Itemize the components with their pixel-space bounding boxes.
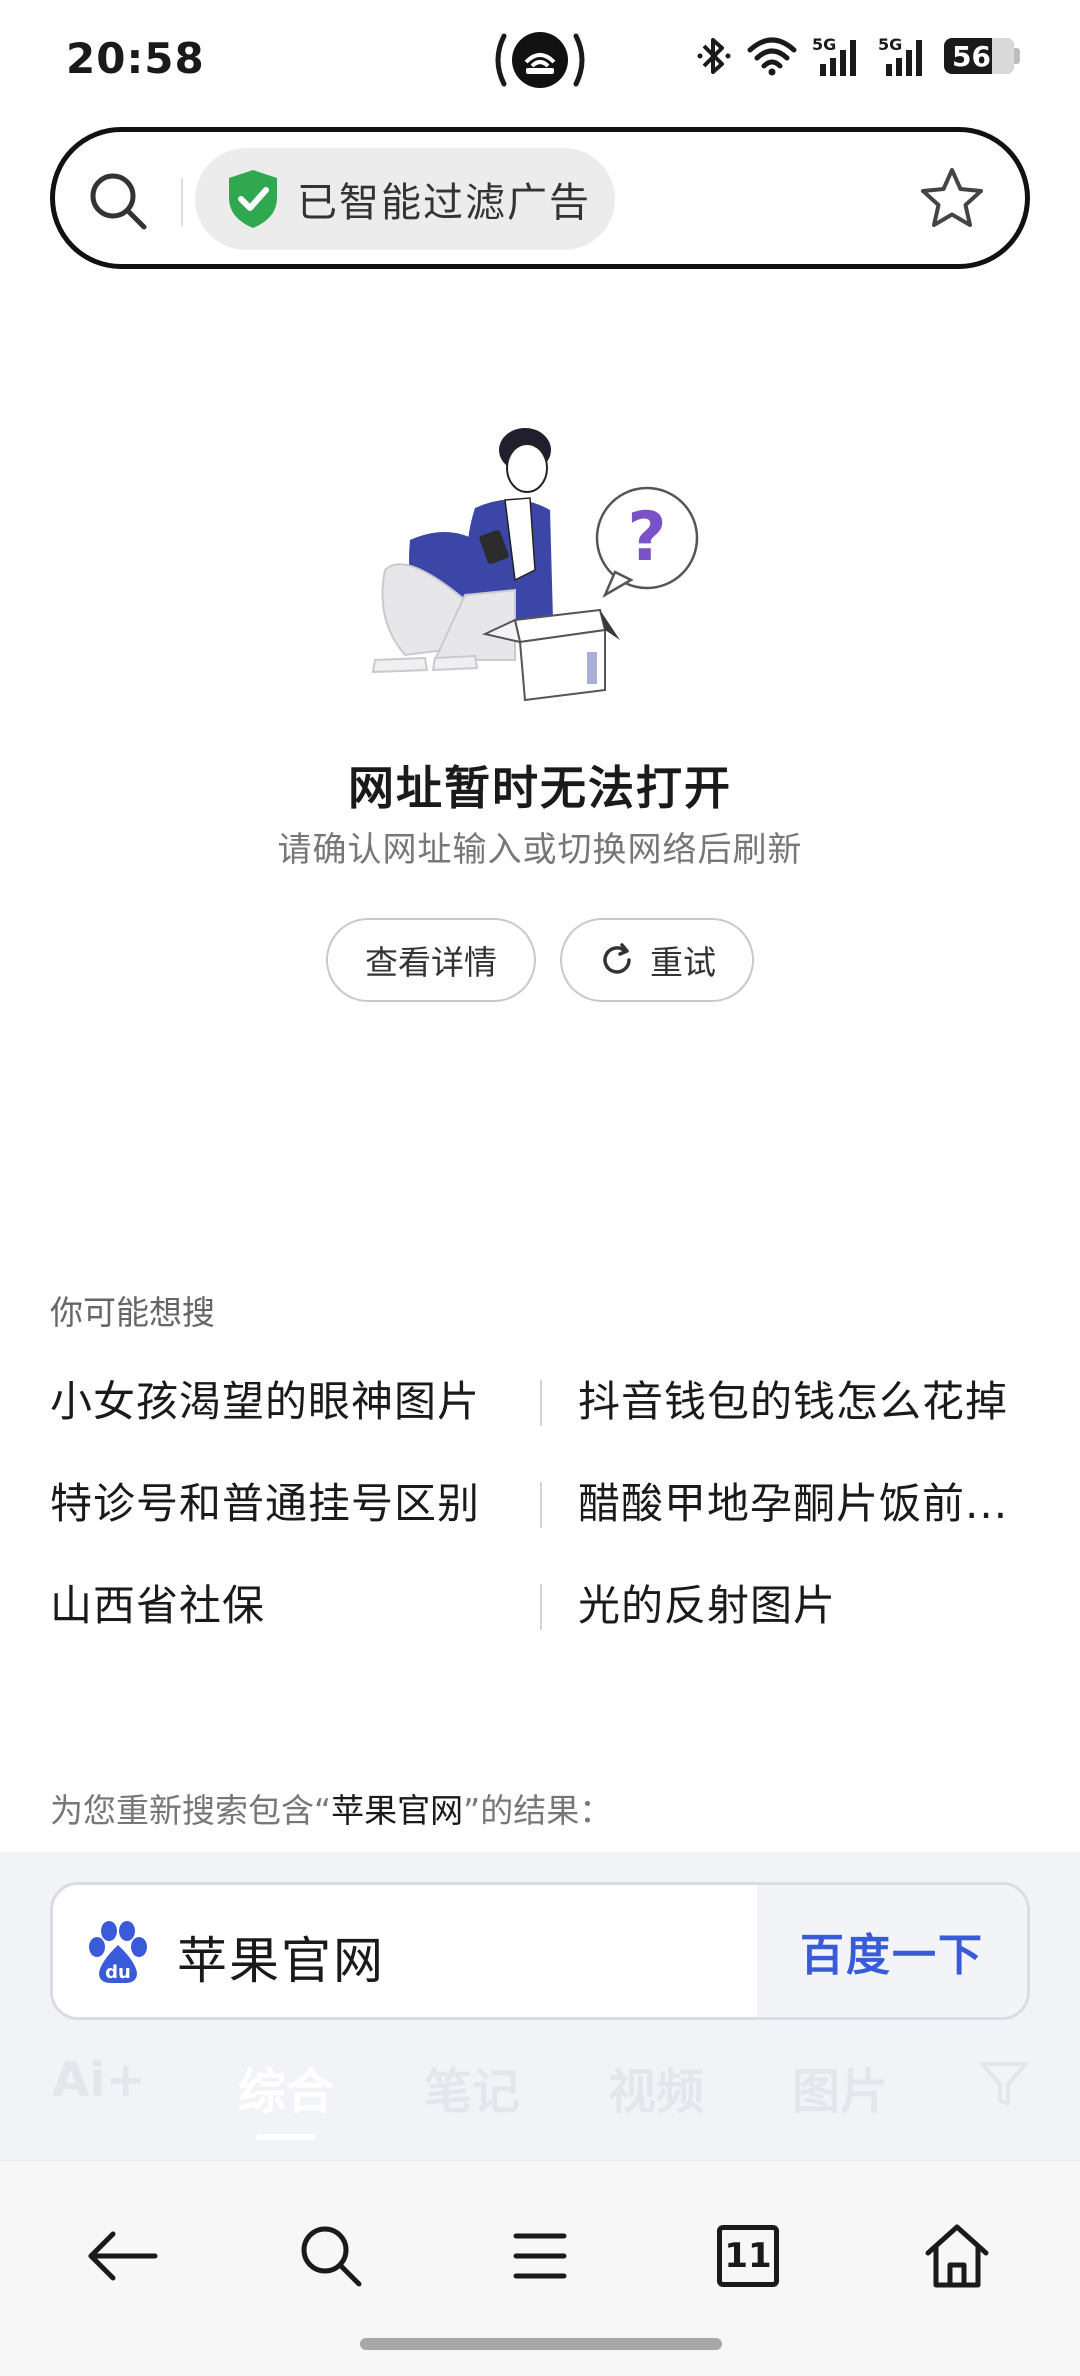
tab-ai[interactable]: Ai+ — [52, 2052, 146, 2108]
status-time: 20:58 — [66, 34, 205, 83]
svg-text:5G: 5G — [812, 35, 836, 54]
menu-icon[interactable] — [495, 2211, 585, 2301]
research-keyword: 苹果官网 — [331, 1791, 464, 1830]
suggestion-item[interactable]: 醋酸甲地孕酮片饭前... — [578, 1470, 1030, 1531]
baidu-paw-icon: du — [89, 1921, 147, 1983]
baidu-search-button[interactable]: 百度一下 — [757, 1885, 1027, 2017]
retry-label: 重试 — [650, 943, 716, 982]
hotspot-icon — [490, 28, 590, 92]
back-arrow-icon[interactable] — [78, 2211, 168, 2301]
refresh-icon — [603, 943, 631, 974]
suggestion-item[interactable]: 抖音钱包的钱怎么花掉 — [578, 1368, 1030, 1429]
tab-notes[interactable]: 笔记 — [424, 2052, 520, 2122]
svg-text:du: du — [105, 1962, 131, 1983]
home-icon[interactable] — [912, 2211, 1002, 2301]
status-bar: 20:58 5G 5G 56 — [0, 0, 1080, 120]
status-icons: 5G 5G 56 — [696, 34, 1020, 78]
divider — [540, 1482, 542, 1528]
search-icon[interactable] — [286, 2211, 376, 2301]
suggestions-list: 小女孩渴望的眼神图片 抖音钱包的钱怎么花掉 特诊号和普通挂号区别 醋酸甲地孕酮片… — [50, 1368, 1030, 1674]
suggestion-item[interactable]: 特诊号和普通挂号区别 — [50, 1470, 510, 1531]
error-subtitle: 请确认网址输入或切换网络后刷新 — [277, 830, 803, 870]
signal-5g-icon: 5G — [812, 35, 856, 76]
baidu-query-text[interactable]: 苹果官网 — [177, 1921, 385, 1993]
star-icon[interactable] — [917, 164, 987, 234]
divider — [540, 1584, 542, 1630]
home-indicator[interactable] — [360, 2338, 722, 2350]
tabs-icon[interactable]: 11 — [703, 2211, 793, 2301]
tab-images[interactable]: 图片 — [792, 2052, 888, 2122]
research-prefix: 为您重新搜索包含“ — [50, 1791, 332, 1830]
divider — [540, 1380, 542, 1426]
wifi-icon — [747, 37, 797, 76]
suggestion-item[interactable]: 山西省社保 — [50, 1572, 510, 1633]
suggestions-title: 你可能想搜 — [50, 1293, 215, 1332]
address-divider — [181, 178, 183, 226]
suggestion-item[interactable]: 光的反射图片 — [578, 1572, 1030, 1633]
research-hint: 为您重新搜索包含“苹果官网”的结果： — [50, 1784, 612, 1832]
battery-level-text: 56 — [952, 39, 991, 73]
battery-indicator: 56 — [944, 38, 1020, 74]
svg-text:5G: 5G — [878, 35, 902, 54]
retry-button[interactable]: 重试 — [560, 918, 754, 1002]
suggestion-item[interactable]: 小女孩渴望的眼神图片 — [50, 1368, 510, 1429]
baidu-tabs: Ai+ 综合 笔记 视频 图片 — [0, 2052, 1080, 2132]
shield-check-icon — [229, 170, 277, 228]
baidu-search-block: du 苹果官网 百度一下 Ai+ 综合 笔记 视频 图片 — [0, 1852, 1080, 2160]
tab-video[interactable]: 视频 — [608, 2052, 704, 2122]
view-details-button[interactable]: 查看详情 — [326, 918, 536, 1002]
error-illustration: ? — [365, 420, 725, 720]
svg-text:?: ? — [627, 498, 666, 577]
bluetooth-icon — [697, 38, 731, 74]
ad-filter-label: 已智能过滤广告 — [297, 180, 591, 226]
address-bar[interactable]: 已智能过滤广告 — [50, 127, 1030, 269]
ad-filter-badge[interactable]: 已智能过滤广告 — [195, 148, 615, 250]
tabs-count: 11 — [717, 2225, 779, 2287]
research-suffix: ”的结果： — [463, 1791, 613, 1830]
search-icon[interactable] — [87, 170, 149, 232]
signal-5g-icon: 5G — [878, 35, 922, 76]
filter-icon[interactable] — [976, 2056, 1032, 2112]
tab-comprehensive[interactable]: 综合 — [238, 2052, 334, 2122]
active-tab-indicator — [256, 2134, 316, 2140]
error-title: 网址暂时无法打开 — [348, 761, 732, 815]
view-details-label: 查看详情 — [365, 943, 497, 982]
baidu-search-box[interactable]: du 苹果官网 百度一下 — [50, 1882, 1030, 2020]
